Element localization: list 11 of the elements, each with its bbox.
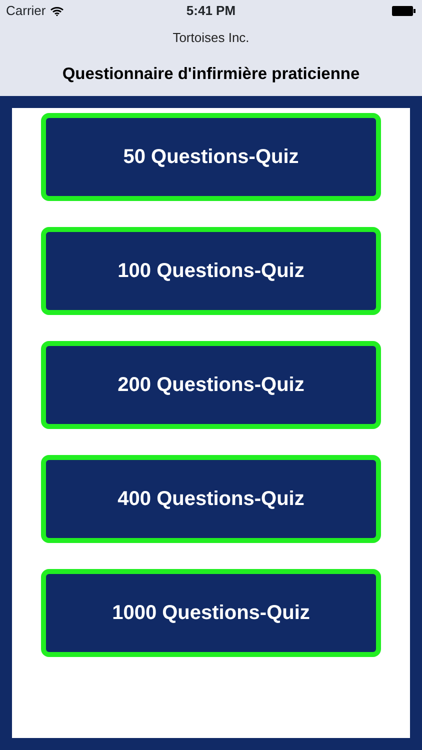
page-title: Questionnaire d'infirmière praticienne: [62, 64, 360, 84]
carrier-label: Carrier: [6, 2, 46, 20]
wifi-icon: [50, 6, 64, 16]
quiz-button[interactable]: 400 Questions-Quiz: [41, 455, 381, 543]
quiz-button[interactable]: 100 Questions-Quiz: [41, 227, 381, 315]
quiz-button[interactable]: 200 Questions-Quiz: [41, 341, 381, 429]
battery-icon: [392, 6, 416, 16]
app-subtitle: Tortoises Inc.: [172, 29, 250, 47]
clock-time: 5:41 PM: [186, 2, 236, 20]
quiz-button[interactable]: 1000 Questions-Quiz: [41, 569, 381, 657]
quiz-button[interactable]: 50 Questions-Quiz: [41, 113, 381, 201]
